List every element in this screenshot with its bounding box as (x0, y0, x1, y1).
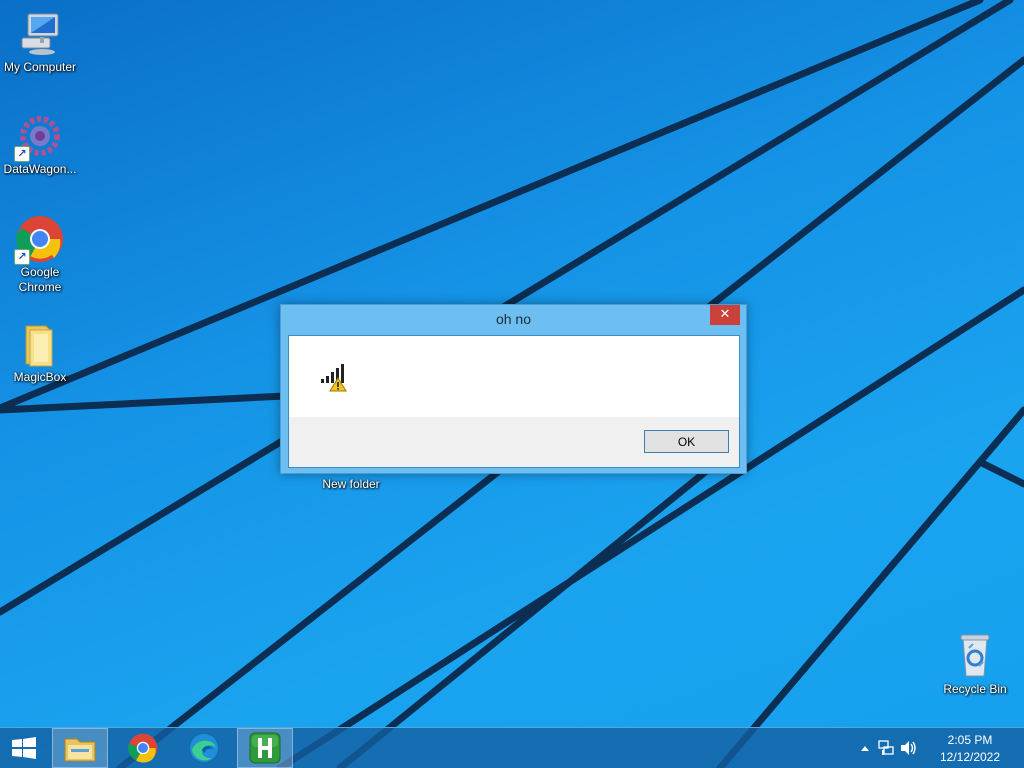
desktop-icon-google-chrome[interactable]: ↗ Google Chrome (0, 215, 81, 295)
desktop-icon-label: New folder (322, 477, 380, 491)
desktop-icon-label: DataWagon... (3, 162, 77, 176)
computer-icon (16, 10, 64, 58)
desktop-icon-my-computer[interactable]: My Computer (0, 10, 81, 75)
network-icon[interactable] (878, 740, 894, 756)
message-dialog[interactable]: oh no ✕ OK (280, 304, 747, 474)
shortcut-arrow-icon: ↗ (14, 249, 30, 265)
clock-time[interactable]: 2:05 PM (930, 733, 1010, 747)
signal-warning-icon (319, 364, 347, 394)
taskbar-file-explorer[interactable] (52, 728, 108, 768)
desktop-icon-recycle-bin[interactable]: Recycle Bin (934, 632, 1016, 697)
clock-date[interactable]: 12/12/2022 (930, 750, 1010, 764)
system-tray: 2:05 PM 12/12/2022 (854, 728, 1024, 768)
taskbar-chrome[interactable] (115, 728, 171, 768)
desktop[interactable]: My Computer ↗ DataWagon... ↗ Google Chro… (0, 0, 1024, 768)
recycle-bin-icon (951, 632, 999, 680)
show-hidden-icons-chevron[interactable] (860, 744, 870, 752)
start-button[interactable] (0, 728, 48, 768)
edge-icon (190, 734, 218, 762)
folder-icon (16, 320, 64, 368)
shortcut-arrow-icon: ↗ (14, 146, 30, 162)
start-icon (12, 737, 36, 759)
taskbar-edge[interactable] (176, 728, 232, 768)
taskbar: 2:05 PM 12/12/2022 (0, 727, 1024, 768)
desktop-icon-datawagon[interactable]: ↗ DataWagon... (0, 112, 81, 177)
dialog-title: oh no (495, 311, 532, 327)
close-button[interactable]: ✕ (710, 305, 740, 325)
chrome-icon (128, 733, 158, 763)
h-app-icon (249, 732, 281, 764)
desktop-icon-label: MagicBox (13, 370, 67, 384)
desktop-icon-label: Recycle Bin (943, 682, 1007, 696)
dialog-footer: OK (289, 417, 739, 467)
desktop-icon-label: My Computer (3, 60, 77, 74)
desktop-icon-magicbox[interactable]: MagicBox (0, 320, 81, 385)
dialog-body: OK (288, 335, 740, 468)
datawagon-icon: ↗ (14, 112, 64, 162)
taskbar-h-app[interactable] (237, 728, 293, 768)
chrome-icon: ↗ (14, 215, 64, 265)
ok-button[interactable]: OK (644, 430, 729, 453)
volume-icon[interactable] (900, 740, 918, 756)
file-explorer-icon (64, 738, 96, 762)
desktop-icon-label: Google Chrome (18, 265, 62, 294)
